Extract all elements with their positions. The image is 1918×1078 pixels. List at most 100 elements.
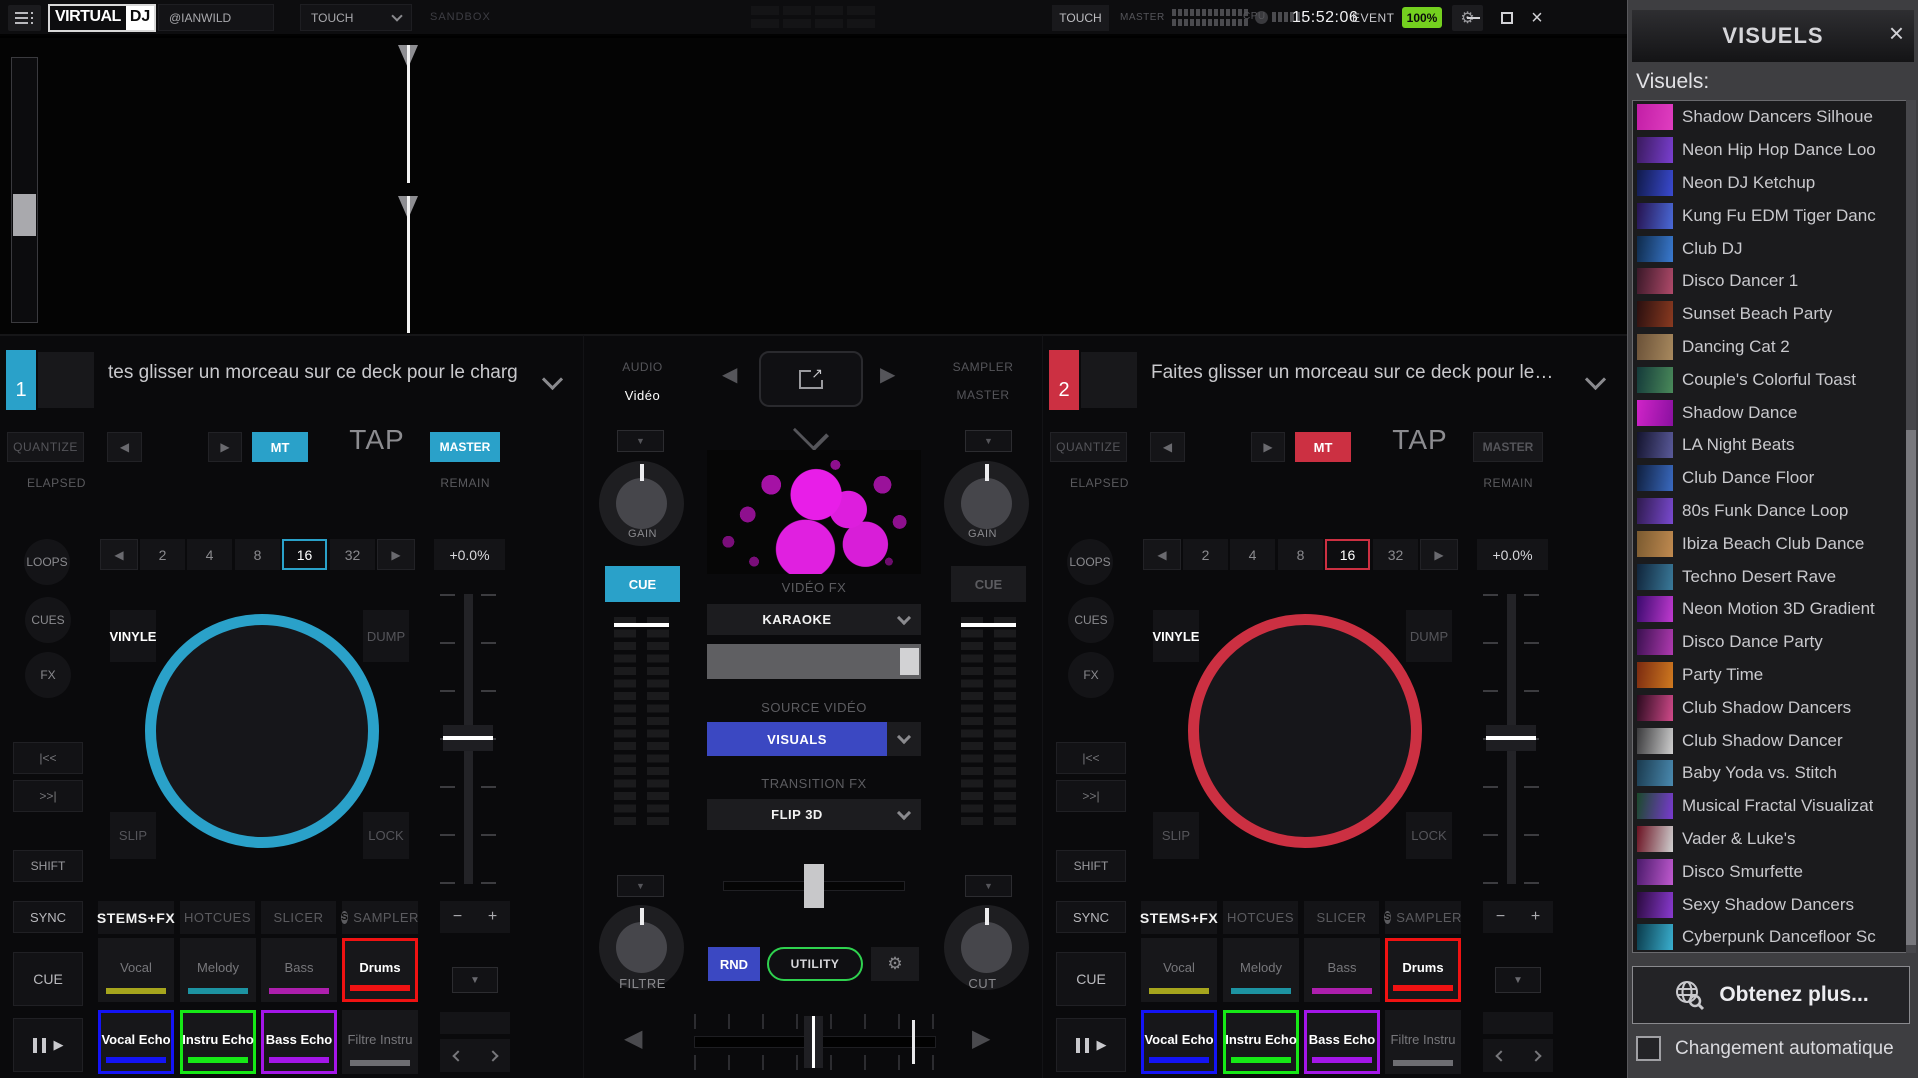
stem-pad-vocal[interactable]: Vocal xyxy=(1141,938,1217,1002)
cue-headphone-ch2[interactable]: CUE xyxy=(951,566,1026,602)
stem-pad-drums[interactable]: Drums xyxy=(342,938,418,1002)
bank-right-button[interactable] xyxy=(475,1039,510,1072)
video-prev-button[interactable]: ◀ xyxy=(722,362,737,387)
visual-item[interactable]: Club Shadow Dancers xyxy=(1633,691,1909,724)
visual-item[interactable]: Club Dance Floor xyxy=(1633,462,1909,495)
tap-button[interactable]: TAP xyxy=(1383,424,1457,456)
beat-back-button[interactable]: ◀ xyxy=(1150,432,1185,462)
sync-button[interactable]: SYNC xyxy=(1056,901,1126,933)
loop-half-button[interactable]: ◀ xyxy=(1143,539,1181,570)
tab-master-preview[interactable]: MASTER xyxy=(922,388,1044,402)
event-button[interactable]: EVENT xyxy=(1352,11,1395,25)
lock-button[interactable]: LOCK xyxy=(1406,812,1452,859)
visual-item[interactable]: LA Night Beats xyxy=(1633,429,1909,462)
visual-item[interactable]: Neon Hip Hop Dance Loo xyxy=(1633,134,1909,167)
pitch-fader[interactable] xyxy=(1483,594,1539,884)
tap-button[interactable]: TAP xyxy=(340,424,414,456)
fx-pad-instru-echo[interactable]: Instru Echo xyxy=(180,1010,256,1074)
video-fx-slider[interactable] xyxy=(707,644,921,679)
prev-track-button[interactable]: |<< xyxy=(1056,742,1126,774)
visual-item[interactable]: Disco Dancer 1 xyxy=(1633,265,1909,298)
pad-bank-arrows[interactable] xyxy=(440,1039,510,1072)
crossfader-right-icon[interactable]: ▶ xyxy=(972,1024,990,1053)
scrollbar-thumb[interactable] xyxy=(1906,430,1916,945)
touch-mode-button[interactable]: TOUCH xyxy=(1052,5,1109,31)
visual-item[interactable]: Ibiza Beach Club Dance xyxy=(1633,527,1909,560)
cue-button[interactable]: CUE xyxy=(13,952,83,1006)
maximize-button[interactable] xyxy=(1494,5,1520,31)
cue-headphone-ch1[interactable]: CUE xyxy=(605,566,680,602)
auto-change-checkbox[interactable] xyxy=(1636,1036,1661,1061)
slip-button[interactable]: SLIP xyxy=(1153,812,1199,859)
visual-item[interactable]: Neon DJ Ketchup xyxy=(1633,167,1909,200)
video-preview[interactable] xyxy=(707,450,921,574)
stem-pad-drums[interactable]: Drums xyxy=(1385,938,1461,1002)
cues-button[interactable]: CUES xyxy=(1068,597,1114,643)
loops-button[interactable]: LOOPS xyxy=(24,539,70,585)
loop-size-4[interactable]: 4 xyxy=(187,539,232,570)
fx-pad-filtre-instru[interactable]: Filtre Instru xyxy=(342,1010,418,1074)
volume-fader-ch1[interactable] xyxy=(614,623,669,627)
shift-button[interactable]: SHIFT xyxy=(13,850,83,882)
visual-item[interactable]: Disco Smurfette xyxy=(1633,855,1909,888)
chevron-down-icon[interactable] xyxy=(1585,369,1606,390)
play-pause-button[interactable]: ▶ xyxy=(13,1018,83,1072)
rnd-button[interactable]: RND xyxy=(708,947,760,981)
chevron-down-icon[interactable] xyxy=(887,799,921,830)
lock-button[interactable]: LOCK xyxy=(363,812,409,859)
loop-size-8[interactable]: 8 xyxy=(1278,539,1323,570)
close-button[interactable]: × xyxy=(1524,5,1550,31)
pad-blank-button[interactable] xyxy=(1483,1012,1553,1034)
loops-button[interactable]: LOOPS xyxy=(1067,539,1113,585)
account-button[interactable]: @IANWILD xyxy=(158,4,274,31)
chevron-down-icon[interactable] xyxy=(887,604,921,635)
loop-double-button[interactable]: ▶ xyxy=(377,539,415,570)
bank-right-button[interactable] xyxy=(1518,1039,1553,1072)
visual-item[interactable]: Vader & Luke's xyxy=(1633,823,1909,856)
chevron-down-icon[interactable] xyxy=(887,722,921,756)
visual-item[interactable]: Techno Desert Rave xyxy=(1633,560,1909,593)
master-button[interactable]: MASTER xyxy=(1473,432,1543,462)
loop-size-4[interactable]: 4 xyxy=(1230,539,1275,570)
pad-blank-button[interactable] xyxy=(440,1012,510,1034)
plus-button[interactable]: + xyxy=(475,901,510,933)
crossfader-left-icon[interactable]: ◀ xyxy=(624,1024,642,1053)
jog-wheel[interactable] xyxy=(145,614,379,848)
fx-pad-vocal-echo[interactable]: Vocal Echo xyxy=(1141,1010,1217,1074)
dump-button[interactable]: DUMP xyxy=(363,610,409,662)
tab-stems-fx[interactable]: STEMS+FX xyxy=(98,901,174,934)
prev-track-button[interactable]: |<< xyxy=(13,742,83,774)
tab-stems-fx[interactable]: STEMS+FX xyxy=(1141,901,1217,934)
pitch-fader[interactable] xyxy=(440,594,496,884)
chevron-down-icon[interactable] xyxy=(542,369,563,390)
filter-options-dropdown[interactable]: ▼ xyxy=(617,875,664,897)
pad-page-stepper[interactable]: − + xyxy=(1483,901,1553,933)
close-icon[interactable]: × xyxy=(1889,18,1904,49)
loop-double-button[interactable]: ▶ xyxy=(1420,539,1458,570)
visual-item[interactable]: Shadow Dance xyxy=(1633,396,1909,429)
minus-button[interactable]: − xyxy=(440,901,475,933)
tab-slicer[interactable]: SLICER xyxy=(1304,901,1379,934)
fx-button[interactable]: FX xyxy=(25,652,71,698)
cut-options-dropdown[interactable]: ▼ xyxy=(965,875,1012,897)
audio-crossfader[interactable] xyxy=(694,1014,936,1070)
loop-size-32[interactable]: 32 xyxy=(330,539,375,570)
pitch-fader-handle[interactable] xyxy=(1486,725,1536,751)
channel2-options-dropdown[interactable]: ▼ xyxy=(965,430,1012,452)
pad-dropdown-button[interactable]: ▼ xyxy=(452,967,498,993)
jog-wheel[interactable] xyxy=(1188,614,1422,848)
loop-size-16[interactable]: 16 xyxy=(1325,539,1370,570)
stem-pad-melody[interactable]: Melody xyxy=(180,938,256,1002)
visual-item[interactable]: Club DJ xyxy=(1633,232,1909,265)
video-source-value[interactable]: VISUALS xyxy=(707,722,887,756)
video-source-dropdown[interactable]: VISUALS xyxy=(707,722,921,756)
mt-button[interactable]: MT xyxy=(1295,432,1351,462)
cues-button[interactable]: CUES xyxy=(25,597,71,643)
tab-sampler[interactable]: S SAMPLER xyxy=(342,901,418,934)
stem-pad-vocal[interactable]: Vocal xyxy=(98,938,174,1002)
fullscreen-video-button[interactable]: ↗ xyxy=(759,351,863,407)
visual-item[interactable]: Disco Dance Party xyxy=(1633,626,1909,659)
pitch-value-button[interactable]: +0.0% xyxy=(1477,539,1548,570)
beat-forward-button[interactable]: ▶ xyxy=(208,432,242,462)
vinyle-button[interactable]: VINYLE xyxy=(1153,610,1199,662)
